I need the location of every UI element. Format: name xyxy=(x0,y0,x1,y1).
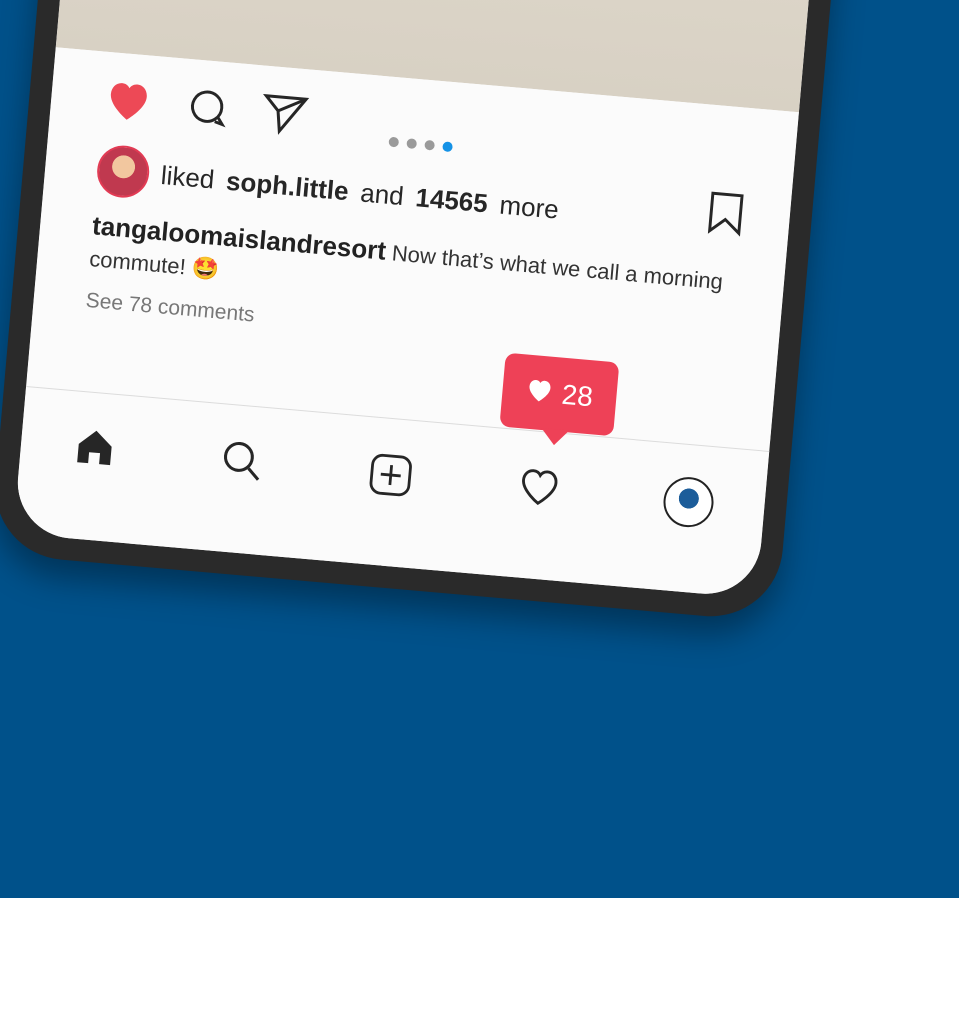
home-icon[interactable] xyxy=(70,423,120,476)
caption-text: Now that’s what we call a morning commut… xyxy=(88,240,725,295)
activity-notification-badge[interactable]: 28 xyxy=(499,352,620,437)
post-details: liked soph.little and 14565 more tangalo… xyxy=(26,47,799,442)
heart-filled-icon xyxy=(525,375,556,410)
phone-frame: liked soph.little and 14565 more tangalo… xyxy=(0,0,877,623)
likes-count[interactable]: 14565 xyxy=(414,182,489,219)
see-comments-link[interactable]: See 78 comments xyxy=(85,289,256,328)
profile-logo xyxy=(669,482,709,522)
carousel-dot xyxy=(388,136,400,148)
liker-avatar[interactable] xyxy=(95,143,152,200)
bookmark-icon[interactable] xyxy=(701,188,749,243)
liker-username[interactable]: soph.little xyxy=(225,165,350,207)
post-action-row xyxy=(101,76,310,143)
bottom-white-strip xyxy=(0,898,959,1014)
carousel-indicator xyxy=(388,136,453,153)
carousel-dot xyxy=(406,138,418,150)
likes-suffix: more xyxy=(498,189,561,225)
add-post-icon[interactable] xyxy=(364,449,416,506)
carousel-dot-active xyxy=(442,141,453,153)
send-icon[interactable] xyxy=(259,89,311,142)
phone-screen: liked soph.little and 14565 more tangalo… xyxy=(13,0,855,599)
heart-filled-icon[interactable] xyxy=(101,76,155,129)
search-icon[interactable] xyxy=(217,436,267,491)
notification-count: 28 xyxy=(560,378,595,413)
likes-prefix: liked xyxy=(159,159,216,195)
carousel-dot xyxy=(424,139,436,151)
profile-avatar[interactable] xyxy=(661,475,716,530)
likes-and: and xyxy=(359,176,406,211)
heart-outline-icon[interactable] xyxy=(514,462,564,515)
comment-icon[interactable] xyxy=(183,83,231,136)
background: liked soph.little and 14565 more tangalo… xyxy=(0,0,959,898)
